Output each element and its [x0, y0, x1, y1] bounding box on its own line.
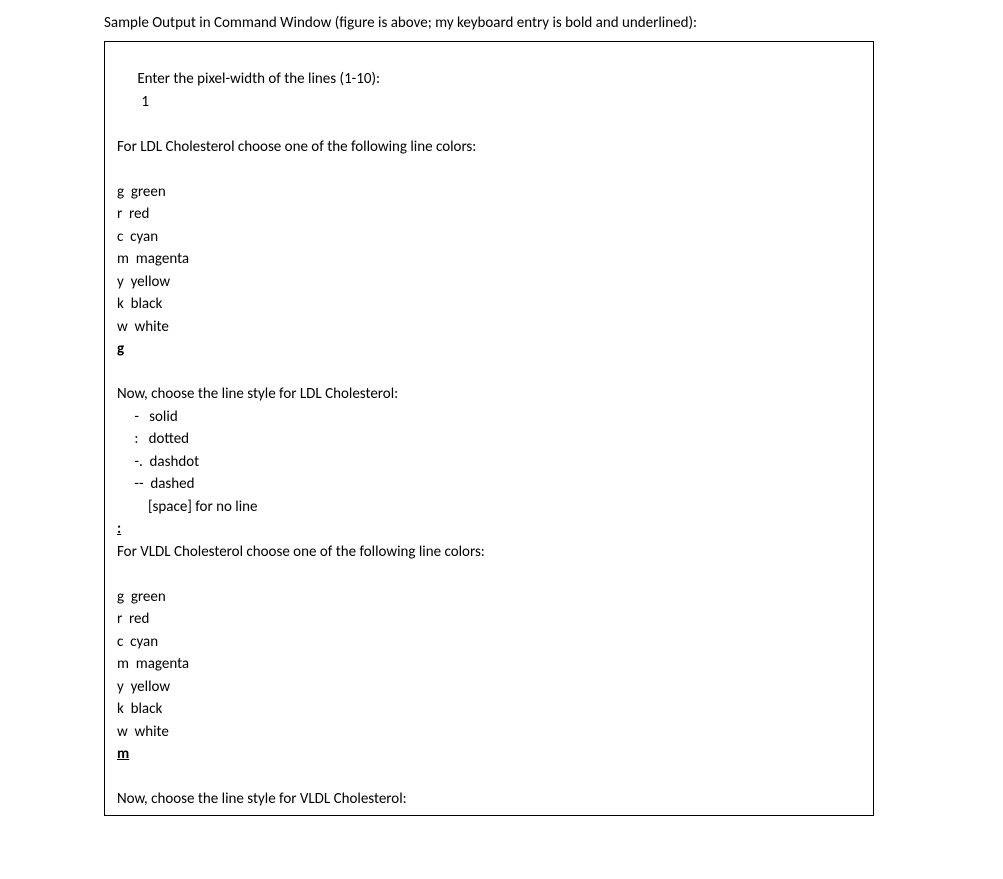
ldl-color-input: g [117, 338, 873, 361]
color-option-black-2: k black [117, 698, 873, 721]
ldl-color-input-value: g [117, 340, 124, 358]
color-option-magenta-2: m magenta [117, 653, 873, 676]
color-option-cyan-2: c cyan [117, 631, 873, 654]
document-page: Sample Output in Command Window (figure … [0, 0, 1003, 816]
caption-text: Sample Output in Command Window (figure … [104, 12, 1003, 35]
style-option-noline: [space] for no line [117, 496, 873, 519]
width-prompt-line: Enter the pixel-width of the lines (1-10… [117, 46, 873, 136]
color-option-green: g green [117, 181, 873, 204]
style-option-dashed: -- dashed [117, 473, 873, 496]
blank-line [117, 563, 873, 586]
style-option-dashdot: -. dashdot [117, 451, 873, 474]
width-input-value: 1 [141, 93, 149, 111]
color-option-white: w white [117, 316, 873, 339]
color-option-red-2: r red [117, 608, 873, 631]
ldl-style-input: : [117, 518, 873, 541]
ldl-color-prompt: For LDL Cholesterol choose one of the fo… [117, 136, 873, 159]
vldl-color-input: m [117, 743, 873, 766]
ldl-style-input-value: : [117, 520, 121, 538]
vldl-style-prompt: Now, choose the line style for VLDL Chol… [117, 788, 873, 811]
color-option-green-2: g green [117, 586, 873, 609]
vldl-color-input-value: m [117, 745, 129, 763]
style-option-dotted: : dotted [117, 428, 873, 451]
blank-line [117, 158, 873, 181]
color-option-cyan: c cyan [117, 226, 873, 249]
blank-line [117, 766, 873, 789]
color-option-yellow: y yellow [117, 271, 873, 294]
color-option-magenta: m magenta [117, 248, 873, 271]
ldl-style-prompt: Now, choose the line style for LDL Chole… [117, 383, 873, 406]
blank-line [117, 361, 873, 384]
width-prompt: Enter the pixel-width of the lines (1-10… [137, 70, 380, 88]
color-option-black: k black [117, 293, 873, 316]
color-option-white-2: w white [117, 721, 873, 744]
color-option-yellow-2: y yellow [117, 676, 873, 699]
color-option-red: r red [117, 203, 873, 226]
command-window-output: Enter the pixel-width of the lines (1-10… [104, 41, 874, 816]
style-option-solid: - solid [117, 406, 873, 429]
vldl-color-prompt: For VLDL Cholesterol choose one of the f… [117, 541, 873, 564]
